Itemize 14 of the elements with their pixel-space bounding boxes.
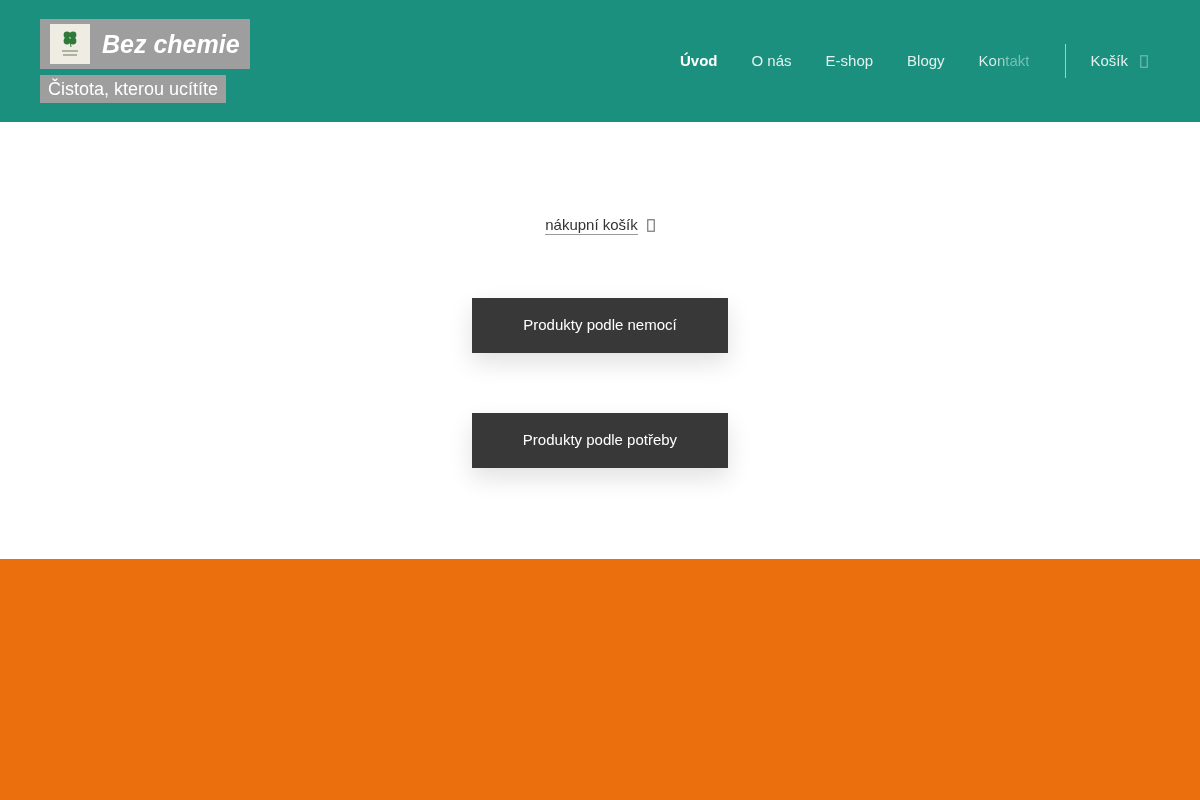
category-button[interactable]: Produkty podle potřeby <box>472 413 728 468</box>
category-button[interactable]: Produkty podle nemocí <box>472 298 728 353</box>
glyph-box-icon <box>646 219 655 232</box>
site-logo-block[interactable]: Bez chemie <box>40 19 250 69</box>
shopping-cart-link[interactable]: nákupní košík <box>545 216 638 235</box>
site-title: Bez chemie <box>102 31 240 57</box>
nav-link[interactable]: O nás <box>751 49 792 73</box>
cart-link[interactable]: Košík <box>1066 49 1148 73</box>
nav-link[interactable]: Blogy <box>907 49 945 73</box>
site-tagline: Čistota, kterou ucítíte <box>40 75 227 103</box>
clover-logo-icon <box>50 24 90 64</box>
nav-link[interactable]: Úvod <box>680 49 718 73</box>
glyph-box-icon <box>1140 54 1148 68</box>
nav-link[interactable]: E-shop <box>825 49 874 73</box>
